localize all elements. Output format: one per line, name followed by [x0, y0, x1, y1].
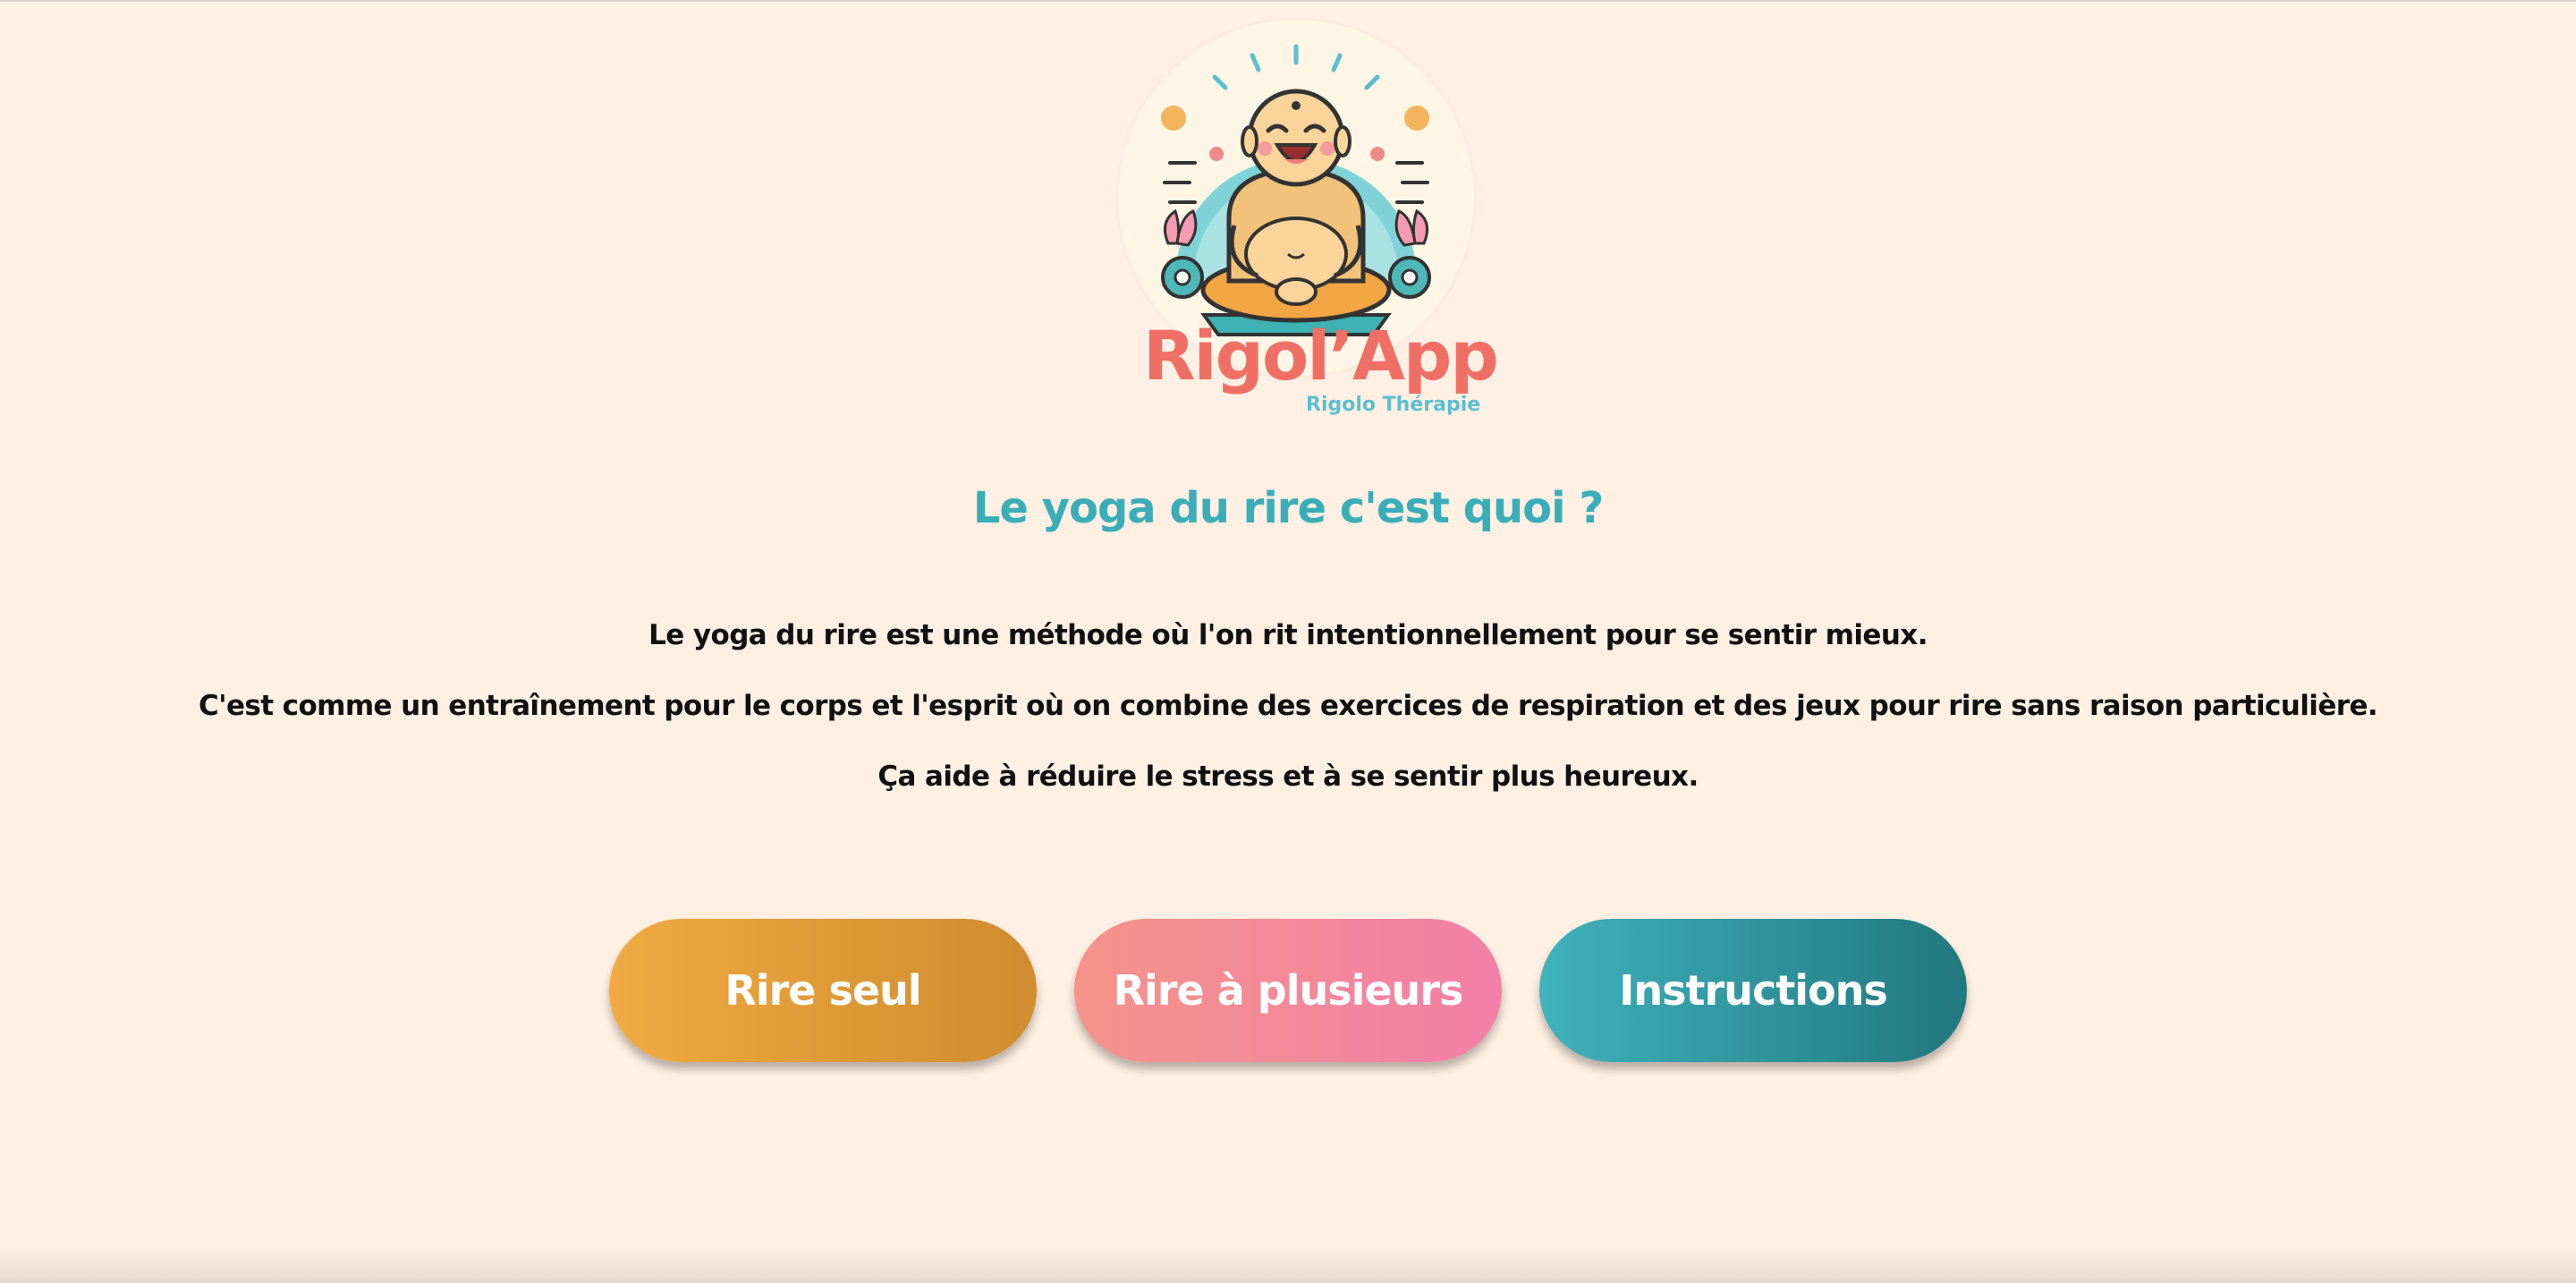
- logo-name: Rigol’App: [1143, 316, 1499, 395]
- instructions-button[interactable]: Instructions: [1539, 919, 1967, 1062]
- logo-tagline: Rigolo Thérapie: [1306, 394, 1481, 416]
- page-title: Le yoga du rire c'est quoi ?: [972, 483, 1604, 533]
- app-logo: Rigol’App Rigolo Thérapie: [1118, 20, 1499, 422]
- page: Rigol’App Rigolo Thérapie Le yoga du rir…: [0, 0, 2576, 1283]
- intro-paragraph: C'est comme un entraînement pour le corp…: [198, 690, 2378, 722]
- laugh-alone-button[interactable]: Rire seul: [609, 919, 1037, 1062]
- intro-paragraph: Ça aide à réduire le stress et à se sent…: [877, 760, 1699, 793]
- laugh-together-button[interactable]: Rire à plusieurs: [1074, 919, 1502, 1062]
- intro-paragraph: Le yoga du rire est une méthode où l'on …: [648, 619, 1928, 651]
- bottom-edge-shadow: [0, 1247, 2576, 1283]
